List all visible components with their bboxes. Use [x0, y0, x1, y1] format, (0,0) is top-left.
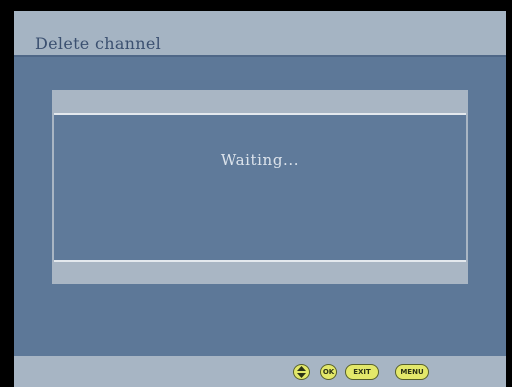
title-divider	[14, 55, 506, 57]
exit-key[interactable]: EXIT	[345, 364, 379, 380]
dialog-body: Waiting...	[54, 113, 466, 262]
up-down-arrows-icon	[297, 366, 306, 378]
ok-key-label: OK	[322, 368, 335, 376]
key-hint-bar: OK EXIT MENU	[14, 356, 506, 387]
up-down-key[interactable]	[293, 364, 310, 380]
menu-key-label: MENU	[400, 368, 424, 376]
waiting-dialog: Waiting...	[52, 90, 468, 284]
tv-menu-screen: Delete channel Waiting... OK EXIT MENU	[14, 11, 506, 387]
title-bar: Delete channel	[14, 11, 506, 55]
menu-key[interactable]: MENU	[395, 364, 429, 380]
status-message: Waiting...	[220, 151, 300, 169]
page-title: Delete channel	[35, 34, 162, 53]
exit-key-label: EXIT	[353, 368, 371, 376]
ok-key[interactable]: OK	[320, 364, 337, 380]
